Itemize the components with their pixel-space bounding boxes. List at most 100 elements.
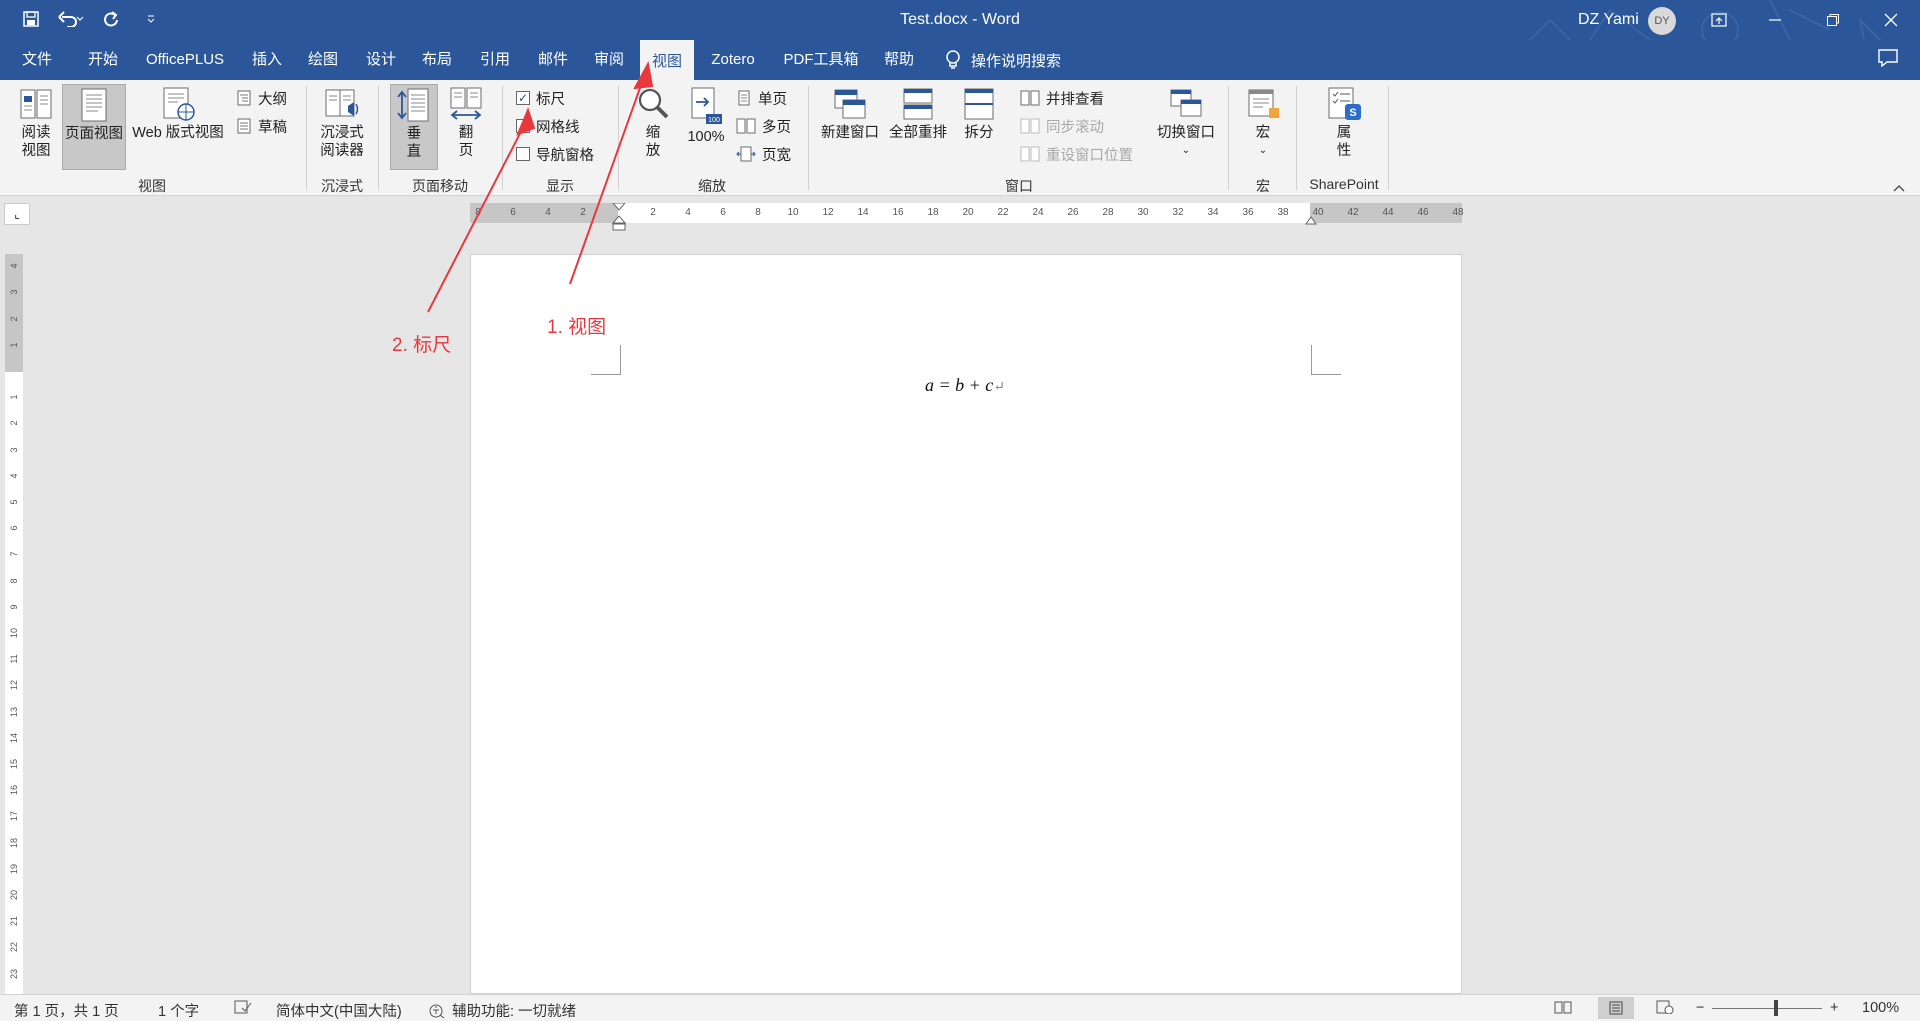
gridlines-checkbox[interactable]: 网格线	[516, 114, 580, 138]
tab-stop-selector[interactable]: ⌞	[4, 203, 30, 225]
accessibility-status[interactable]: 辅助功能: 一切就绪	[428, 1000, 576, 1021]
zoom-slider[interactable]	[1712, 1008, 1822, 1009]
ruler-tick-label: 16	[892, 207, 904, 218]
user-name[interactable]: DZ Yami	[1578, 11, 1639, 29]
draft-button[interactable]: 草稿	[236, 114, 287, 138]
ribbon-display-options-icon[interactable]	[1696, 0, 1742, 40]
svg-text:100: 100	[708, 117, 720, 124]
web-layout-button[interactable]: Web 版式视图	[128, 86, 228, 170]
minimize-icon[interactable]	[1752, 0, 1798, 40]
multiple-pages-button[interactable]: 多页	[736, 114, 791, 138]
annotation-step1: 1. 视图	[547, 317, 607, 338]
side-to-side-icon	[450, 87, 482, 120]
side-to-side-button[interactable]: 翻 页	[444, 86, 488, 170]
ruler-tick-label: 22	[997, 207, 1009, 218]
tab-insert[interactable]: 插入	[244, 40, 290, 80]
tab-review[interactable]: 审阅	[586, 40, 632, 80]
print-layout-button[interactable]: 页面视图	[62, 84, 126, 170]
read-mode-button[interactable]: 阅读 视图	[12, 86, 60, 170]
word-count[interactable]: 1 个字	[158, 1000, 199, 1021]
zoom-button[interactable]: 缩 放	[630, 86, 676, 170]
immersive-reader-button[interactable]: 沉浸式 阅读器	[314, 86, 370, 170]
page-width-button[interactable]: 页宽	[736, 142, 791, 166]
one-page-button[interactable]: 单页	[736, 86, 787, 110]
switch-windows-button[interactable]: 切换窗口 ⌄	[1150, 86, 1222, 170]
vertical-ruler-tick-label: 19	[9, 863, 19, 874]
document-page[interactable]: a = b + c↵	[470, 254, 1462, 994]
sync-scroll-button[interactable]: 同步滚动	[1020, 114, 1104, 138]
avatar[interactable]: DY	[1648, 7, 1676, 35]
tab-pdf-toolbox[interactable]: PDF工具箱	[782, 40, 860, 80]
tab-design[interactable]: 设计	[358, 40, 404, 80]
tab-help[interactable]: 帮助	[876, 40, 922, 80]
vertical-ruler-tick-label: 23	[9, 968, 19, 979]
vertical-ruler-tick-label: 21	[9, 916, 19, 927]
arrange-all-button[interactable]: 全部重排	[886, 86, 950, 170]
split-button[interactable]: 拆分	[954, 86, 1004, 170]
indent-markers[interactable]	[612, 203, 626, 231]
read-mode-view-icon[interactable]	[1554, 1000, 1572, 1014]
read-mode-icon	[20, 89, 52, 119]
tab-draw[interactable]: 绘图	[300, 40, 346, 80]
zoom-level[interactable]: 100%	[1862, 1000, 1899, 1016]
restore-icon[interactable]	[1810, 0, 1856, 40]
web-layout-view-icon[interactable]	[1656, 1000, 1674, 1014]
language-status[interactable]: 简体中文(中国大陆)	[276, 1000, 402, 1021]
immersive-reader-label: 沉浸式 阅读器	[320, 125, 364, 159]
tab-zotero[interactable]: Zotero	[704, 40, 762, 80]
zoom-100-button[interactable]: 100 100%	[684, 86, 728, 170]
comments-icon[interactable]	[1878, 49, 1898, 70]
ruler-tick-label: 48	[1452, 207, 1464, 218]
zoom-label: 缩 放	[645, 125, 661, 159]
vertical-ruler[interactable]: 4 3 2 1 1 2 3 4 5 6 7 8 9 10 11 12 13 14 15 16 17 18 19 20 21 22 2…	[5, 254, 23, 1021]
ruler-checkbox[interactable]: ✓ 标尺	[516, 86, 565, 110]
ruler-tick-label: 10	[787, 207, 799, 218]
ruler-left-margin	[470, 203, 618, 223]
tab-view[interactable]: 视图	[640, 40, 694, 80]
collapse-ribbon-icon[interactable]	[1893, 179, 1905, 195]
macros-icon	[1248, 89, 1279, 118]
proofing-icon[interactable]	[234, 1000, 252, 1014]
tab-mailings[interactable]: 邮件	[530, 40, 576, 80]
tab-layout[interactable]: 布局	[414, 40, 460, 80]
chevron-down-icon: ⌄	[1258, 145, 1268, 156]
equation[interactable]: a = b + c↵	[925, 375, 1005, 396]
ruler-check-icon[interactable]: ✓	[516, 91, 530, 105]
properties-button[interactable]: S 属 性	[1320, 86, 1368, 170]
macros-button[interactable]: 宏 ⌄	[1240, 86, 1286, 170]
zoom-in-icon[interactable]: +	[1830, 1000, 1838, 1016]
nav-pane-checkbox[interactable]: 导航窗格	[516, 142, 594, 166]
zoom-out-icon[interactable]: −	[1696, 1000, 1704, 1016]
close-icon[interactable]	[1868, 0, 1914, 40]
zoom-slider-thumb[interactable]	[1774, 1000, 1778, 1016]
one-page-icon	[738, 90, 750, 106]
outline-button[interactable]: 大纲	[236, 86, 287, 110]
print-layout-view-icon[interactable]	[1598, 997, 1634, 1019]
vertical-button[interactable]: 垂 直	[390, 84, 438, 170]
ruler-tick-label: 32	[1172, 207, 1184, 218]
tab-officeplus[interactable]: OfficePLUS	[140, 40, 230, 80]
gridlines-check-icon[interactable]	[516, 119, 530, 133]
view-side-by-side-button[interactable]: 并排查看	[1020, 86, 1104, 110]
macros-group-label: 宏	[1256, 178, 1270, 194]
ruler-tick-label: 28	[1102, 207, 1114, 218]
ribbon-view: 阅读 视图 页面视图 Web 版式视图 大纲 草稿 视图 沉浸式 阅读器 沉浸式…	[0, 80, 1920, 196]
page-count[interactable]: 第 1 页，共 1 页	[14, 1000, 119, 1021]
right-indent-marker[interactable]	[1305, 215, 1317, 225]
tab-home[interactable]: 开始	[80, 40, 126, 80]
reset-window-position-button[interactable]: 重设窗口位置	[1020, 142, 1133, 166]
tell-me-search[interactable]: 操作说明搜索	[945, 40, 1061, 80]
vertical-ruler-tick-label: 3	[9, 447, 19, 453]
tab-file[interactable]: 文件	[14, 40, 60, 80]
new-window-button[interactable]: 新建窗口	[818, 86, 882, 170]
vertical-ruler-tick-label: 6	[9, 525, 19, 531]
nav-pane-check-icon[interactable]	[516, 147, 530, 161]
vertical-ruler-tick-label: 2	[9, 316, 19, 322]
lightbulb-icon	[946, 50, 960, 69]
ruler-tick-label: 18	[927, 207, 939, 218]
horizontal-ruler[interactable]: 8 6 4 2 2 4 6 8 10 12 14 16 18 20 22 24 26 28 30 32 34 36 38 40…	[470, 203, 1464, 231]
ruler-tick-label: 30	[1137, 207, 1149, 218]
zoom-100-label: 100%	[687, 129, 725, 145]
vertical-ruler-tick-label: 12	[9, 680, 19, 691]
tab-references[interactable]: 引用	[472, 40, 518, 80]
